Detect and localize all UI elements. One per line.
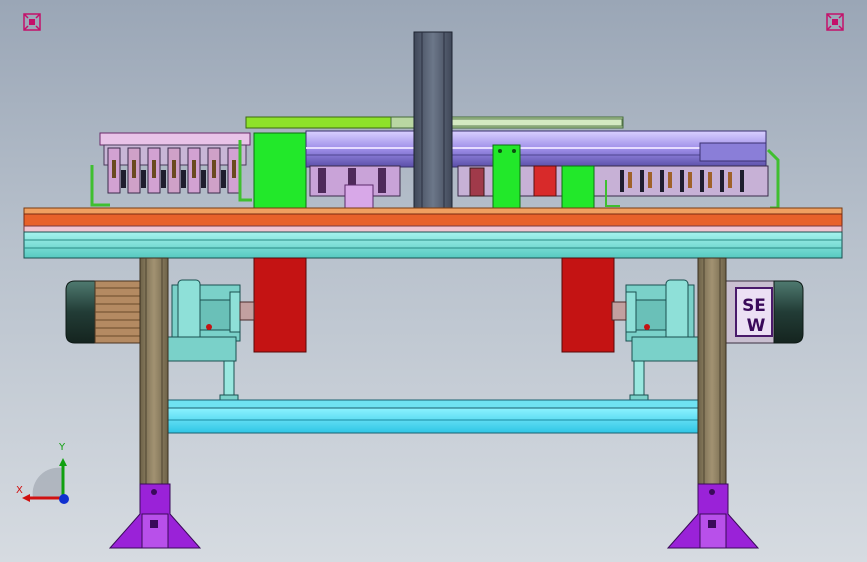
left-tool-cluster bbox=[90, 132, 252, 207]
axis-triad: X Y bbox=[14, 440, 76, 508]
sew-badge-text-2: W bbox=[747, 316, 766, 336]
vertical-column bbox=[413, 31, 453, 211]
model-viewport[interactable]: SE W X Y bbox=[0, 0, 867, 562]
machine-assembly: SE W bbox=[23, 31, 843, 549]
left-motor bbox=[65, 280, 144, 344]
leg-right bbox=[697, 257, 727, 487]
leg-left bbox=[139, 257, 169, 487]
y-axis-label: Y bbox=[59, 442, 66, 453]
cross-beam bbox=[305, 130, 767, 168]
sew-badge-text: SE bbox=[742, 296, 766, 316]
green-block-right bbox=[492, 144, 521, 209]
x-axis-label: X bbox=[16, 485, 23, 496]
green-block-left bbox=[253, 132, 307, 209]
mid-tool-parts bbox=[309, 165, 401, 209]
foot-left bbox=[108, 483, 202, 549]
red-block-left bbox=[253, 257, 307, 353]
foot-right bbox=[666, 483, 760, 549]
right-gearbox bbox=[611, 279, 701, 406]
view-control-icon-left[interactable] bbox=[23, 13, 41, 31]
view-control-icon-right[interactable] bbox=[826, 13, 844, 31]
table-top bbox=[23, 207, 843, 259]
left-gearbox bbox=[167, 279, 255, 406]
red-block-right bbox=[561, 257, 615, 353]
lower-crossbar bbox=[167, 399, 699, 434]
